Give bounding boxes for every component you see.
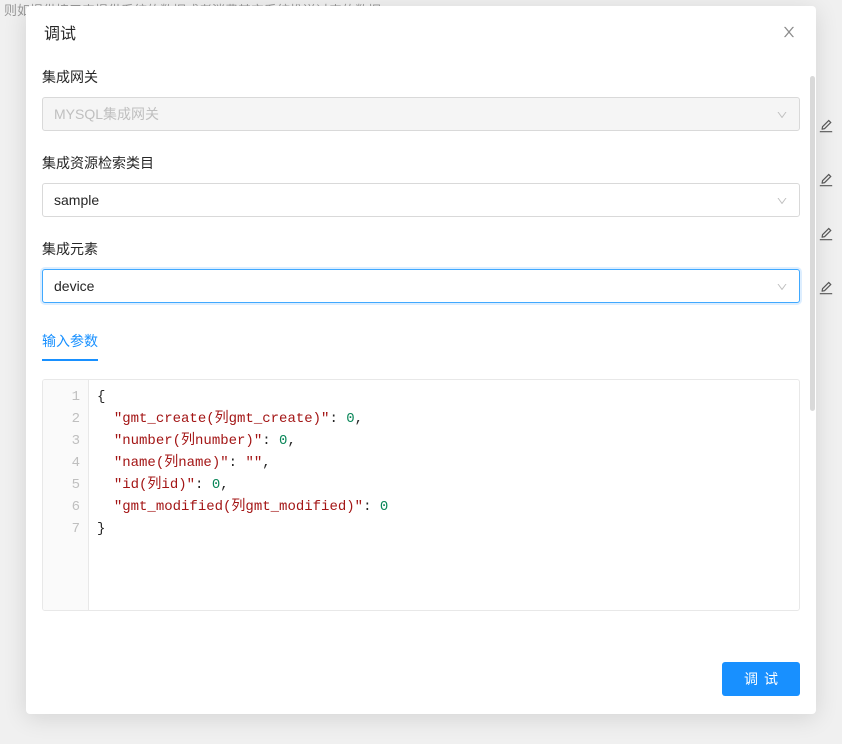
chevron-down-icon <box>776 194 788 206</box>
code-line[interactable]: { <box>97 386 791 408</box>
chevron-down-icon <box>776 280 788 292</box>
scrollbar-thumb[interactable] <box>810 76 815 411</box>
modal-scrollbar[interactable] <box>810 76 816 634</box>
gutter-line: 7 <box>55 518 80 540</box>
modal-header: 调试 <box>26 6 816 59</box>
edit-icon[interactable] <box>818 172 834 188</box>
gutter-line: 3 <box>55 430 80 452</box>
resource-label: 集成资源检索类目 <box>42 153 800 173</box>
edit-icon[interactable] <box>818 280 834 296</box>
resource-select[interactable]: sample <box>42 183 800 217</box>
code-content[interactable]: { "gmt_create(列gmt_create)": 0, "number(… <box>89 380 799 610</box>
params-tab[interactable]: 输入参数 <box>42 331 98 361</box>
resource-field-group: 集成资源检索类目 sample <box>42 153 800 217</box>
code-line[interactable]: } <box>97 518 791 540</box>
code-line[interactable]: "name(列name)": "", <box>97 452 791 474</box>
code-line[interactable]: "number(列number)": 0, <box>97 430 791 452</box>
resource-value: sample <box>54 192 99 208</box>
gutter-line: 4 <box>55 452 80 474</box>
element-label: 集成元素 <box>42 239 800 259</box>
code-gutter: 1234567 <box>43 380 89 610</box>
close-button[interactable] <box>780 23 798 41</box>
debug-modal: 调试 集成网关 MYSQL集成网关 集成资源检索类目 sample <box>26 6 816 714</box>
gateway-select: MYSQL集成网关 <box>42 97 800 131</box>
element-field-group: 集成元素 device <box>42 239 800 303</box>
element-value: device <box>54 278 94 294</box>
modal-title: 调试 <box>44 20 76 44</box>
gutter-line: 2 <box>55 408 80 430</box>
gutter-line: 1 <box>55 386 80 408</box>
gutter-line: 5 <box>55 474 80 496</box>
edit-icon[interactable] <box>818 118 834 134</box>
code-line[interactable]: "gmt_modified(列gmt_modified)": 0 <box>97 496 791 518</box>
edit-icon[interactable] <box>818 226 834 242</box>
element-select[interactable]: device <box>42 269 800 303</box>
gateway-label: 集成网关 <box>42 67 800 87</box>
gateway-field-group: 集成网关 MYSQL集成网关 <box>42 67 800 131</box>
modal-footer: 调试 <box>26 650 816 714</box>
background-edit-icons <box>818 118 834 296</box>
code-line[interactable]: "id(列id)": 0, <box>97 474 791 496</box>
code-line[interactable]: "gmt_create(列gmt_create)": 0, <box>97 408 791 430</box>
modal-body: 集成网关 MYSQL集成网关 集成资源检索类目 sample 集成元素 devi… <box>26 59 816 650</box>
debug-button[interactable]: 调试 <box>722 662 800 696</box>
gateway-value: MYSQL集成网关 <box>54 104 159 124</box>
params-tab-section: 输入参数 <box>42 331 800 361</box>
gutter-line: 6 <box>55 496 80 518</box>
chevron-down-icon <box>776 108 788 120</box>
code-editor[interactable]: 1234567 { "gmt_create(列gmt_create)": 0, … <box>42 379 800 611</box>
close-icon <box>781 24 797 40</box>
